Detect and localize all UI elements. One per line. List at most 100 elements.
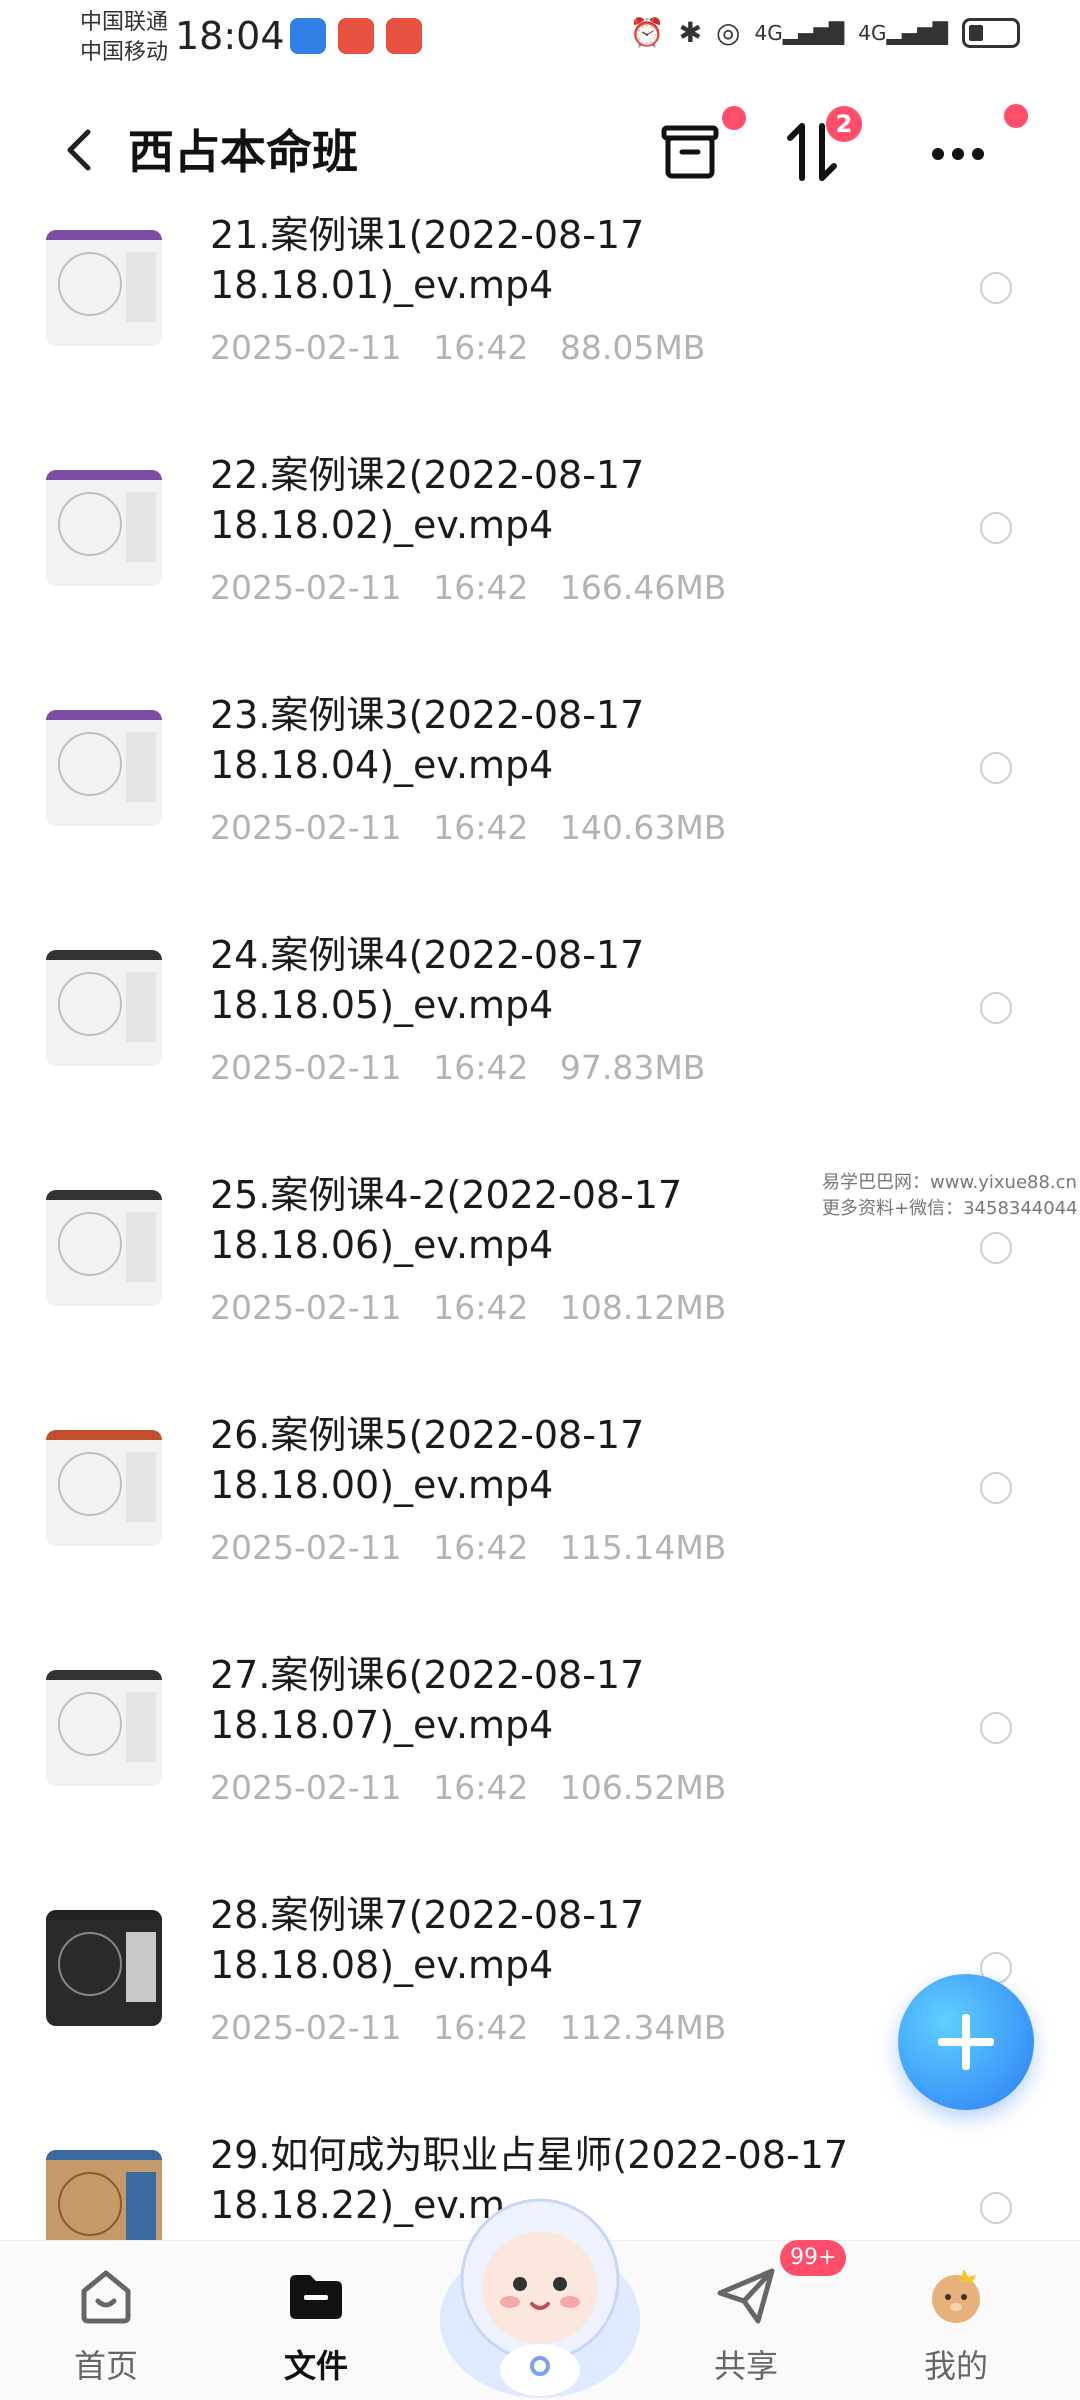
send-icon	[717, 2268, 775, 2324]
more-button[interactable]	[918, 104, 1028, 192]
file-date: 2025-02-11	[210, 1048, 402, 1087]
alarm-icon: ⏰	[629, 16, 665, 49]
app-notification-icon	[290, 18, 326, 54]
nav-files[interactable]: 文件	[226, 2241, 406, 2400]
status-icons: ⏰ ✱ ◎ 4G▂▄▆█ 4G▂▄▆█	[630, 16, 1020, 49]
file-time: 16:42	[433, 1288, 529, 1327]
select-radio[interactable]	[980, 992, 1012, 1024]
nav-label: 我的	[923, 2347, 988, 2385]
file-list-item[interactable]: 21.案例课1(2022-08-17 18.18.01)_ev.mp4 2025…	[0, 210, 1080, 450]
file-size: 97.83MB	[559, 1048, 706, 1087]
chart-circle	[58, 1212, 122, 1276]
transfer-button[interactable]: 2	[772, 106, 862, 192]
chart-circle	[58, 2172, 122, 2236]
select-radio[interactable]	[980, 1472, 1012, 1504]
select-radio[interactable]	[980, 752, 1012, 784]
notification-dot	[1004, 104, 1028, 128]
avatar-icon	[932, 2269, 980, 2323]
video-thumbnail	[46, 230, 162, 346]
video-thumbnail	[46, 1190, 162, 1306]
nav-label: 首页	[73, 2347, 138, 2385]
side-panel	[126, 1692, 156, 1762]
file-name: 26.案例课5(2022-08-17 18.18.00)_ev.mp4	[210, 1413, 645, 1507]
thumbnail-bar	[46, 1670, 162, 1680]
file-list-item[interactable]: 23.案例课3(2022-08-17 18.18.04)_ev.mp4 2025…	[0, 690, 1080, 930]
battery-icon	[962, 17, 1020, 48]
side-panel	[126, 972, 156, 1042]
nav-mine[interactable]: 我的	[866, 2241, 1046, 2400]
nav-home[interactable]: 首页	[16, 2241, 196, 2400]
file-name: 24.案例课4(2022-08-17 18.18.05)_ev.mp4	[210, 933, 645, 1027]
file-meta: 2025-02-11 16:42 108.12MB	[210, 1288, 726, 1327]
status-bar: 中国联通 中国移动 18:04 ⏰ ✱ ◎ 4G▂▄▆█ 4G▂▄▆█	[0, 0, 1080, 80]
thumbnail-bar	[46, 710, 162, 720]
file-date: 2025-02-11	[210, 568, 402, 607]
chart-circle	[58, 492, 122, 556]
mascot-button[interactable]	[430, 2170, 650, 2400]
file-meta: 2025-02-11 16:42 97.83MB	[210, 1048, 705, 1087]
select-radio[interactable]	[980, 1232, 1012, 1264]
signal-icon: 4G▂▄▆█	[858, 20, 948, 45]
chart-circle	[58, 1932, 122, 1996]
bluetooth-icon: ✱	[678, 16, 703, 49]
more-icon	[932, 148, 984, 160]
transfer-count-badge: 2	[826, 106, 862, 142]
file-list-item[interactable]: 27.案例课6(2022-08-17 18.18.07)_ev.mp4 2025…	[0, 1650, 1080, 1890]
watermark: 易学巴巴网：www.yixue88.cn 更多资料+微信：3458344044	[822, 1170, 1078, 1222]
share-count-badge: 99+	[780, 2240, 847, 2276]
chart-circle	[58, 972, 122, 1036]
file-size: 166.46MB	[559, 568, 727, 607]
file-time: 16:42	[433, 1528, 529, 1567]
file-list-item[interactable]: 26.案例课5(2022-08-17 18.18.00)_ev.mp4 2025…	[0, 1410, 1080, 1650]
file-name: 22.案例课2(2022-08-17 18.18.02)_ev.mp4	[210, 453, 645, 547]
chart-circle	[58, 252, 122, 316]
thumbnail-bar	[46, 230, 162, 240]
file-size: 140.63MB	[559, 808, 727, 847]
file-size: 112.34MB	[559, 2008, 727, 2047]
file-time: 16:42	[433, 1768, 529, 1807]
chart-circle	[58, 1692, 122, 1756]
file-date: 2025-02-11	[210, 1528, 402, 1567]
select-radio[interactable]	[980, 2192, 1012, 2224]
file-size: 88.05MB	[559, 328, 706, 367]
video-thumbnail	[46, 1430, 162, 1546]
side-panel	[126, 1212, 156, 1282]
carrier-1: 中国联通	[80, 10, 169, 35]
watermark-line: 更多资料+微信：3458344044	[822, 1198, 1078, 1219]
select-radio[interactable]	[980, 1712, 1012, 1744]
video-thumbnail	[46, 950, 162, 1066]
file-date: 2025-02-11	[210, 1768, 402, 1807]
thumbnail-bar	[46, 1430, 162, 1440]
video-thumbnail	[46, 1910, 162, 2026]
file-time: 16:42	[433, 568, 529, 607]
file-meta: 2025-02-11 16:42 166.46MB	[210, 568, 726, 607]
side-panel	[126, 492, 156, 562]
thumbnail-bar	[46, 950, 162, 960]
file-list-item[interactable]: 22.案例课2(2022-08-17 18.18.02)_ev.mp4 2025…	[0, 450, 1080, 690]
select-radio[interactable]	[980, 512, 1012, 544]
side-panel	[126, 1932, 156, 2002]
select-radio[interactable]	[980, 272, 1012, 304]
thumbnail-bar	[46, 2150, 162, 2160]
folder-icon	[290, 2275, 342, 2319]
file-date: 2025-02-11	[210, 328, 402, 367]
file-name: 21.案例课1(2022-08-17 18.18.01)_ev.mp4	[210, 213, 645, 307]
back-icon[interactable]	[50, 120, 110, 180]
archive-button[interactable]	[650, 106, 746, 192]
header: 西占本命班 2	[0, 100, 1080, 200]
carrier-info: 中国联通 中国移动	[80, 8, 168, 68]
file-time: 16:42	[433, 1048, 529, 1087]
watermark-line: 易学巴巴网：www.yixue88.cn	[822, 1172, 1077, 1193]
side-panel	[126, 2172, 156, 2242]
add-button[interactable]	[898, 1974, 1034, 2110]
file-meta: 2025-02-11 16:42 115.14MB	[210, 1528, 726, 1567]
status-time: 18:04	[175, 14, 285, 58]
file-list-item[interactable]: 24.案例课4(2022-08-17 18.18.05)_ev.mp4 2025…	[0, 930, 1080, 1170]
side-panel	[126, 252, 156, 322]
file-time: 16:42	[433, 2008, 529, 2047]
chart-circle	[58, 732, 122, 796]
file-size: 106.52MB	[559, 1768, 727, 1807]
file-size: 115.14MB	[559, 1528, 727, 1567]
nav-label: 文件	[283, 2347, 348, 2385]
notification-dot	[722, 106, 746, 130]
